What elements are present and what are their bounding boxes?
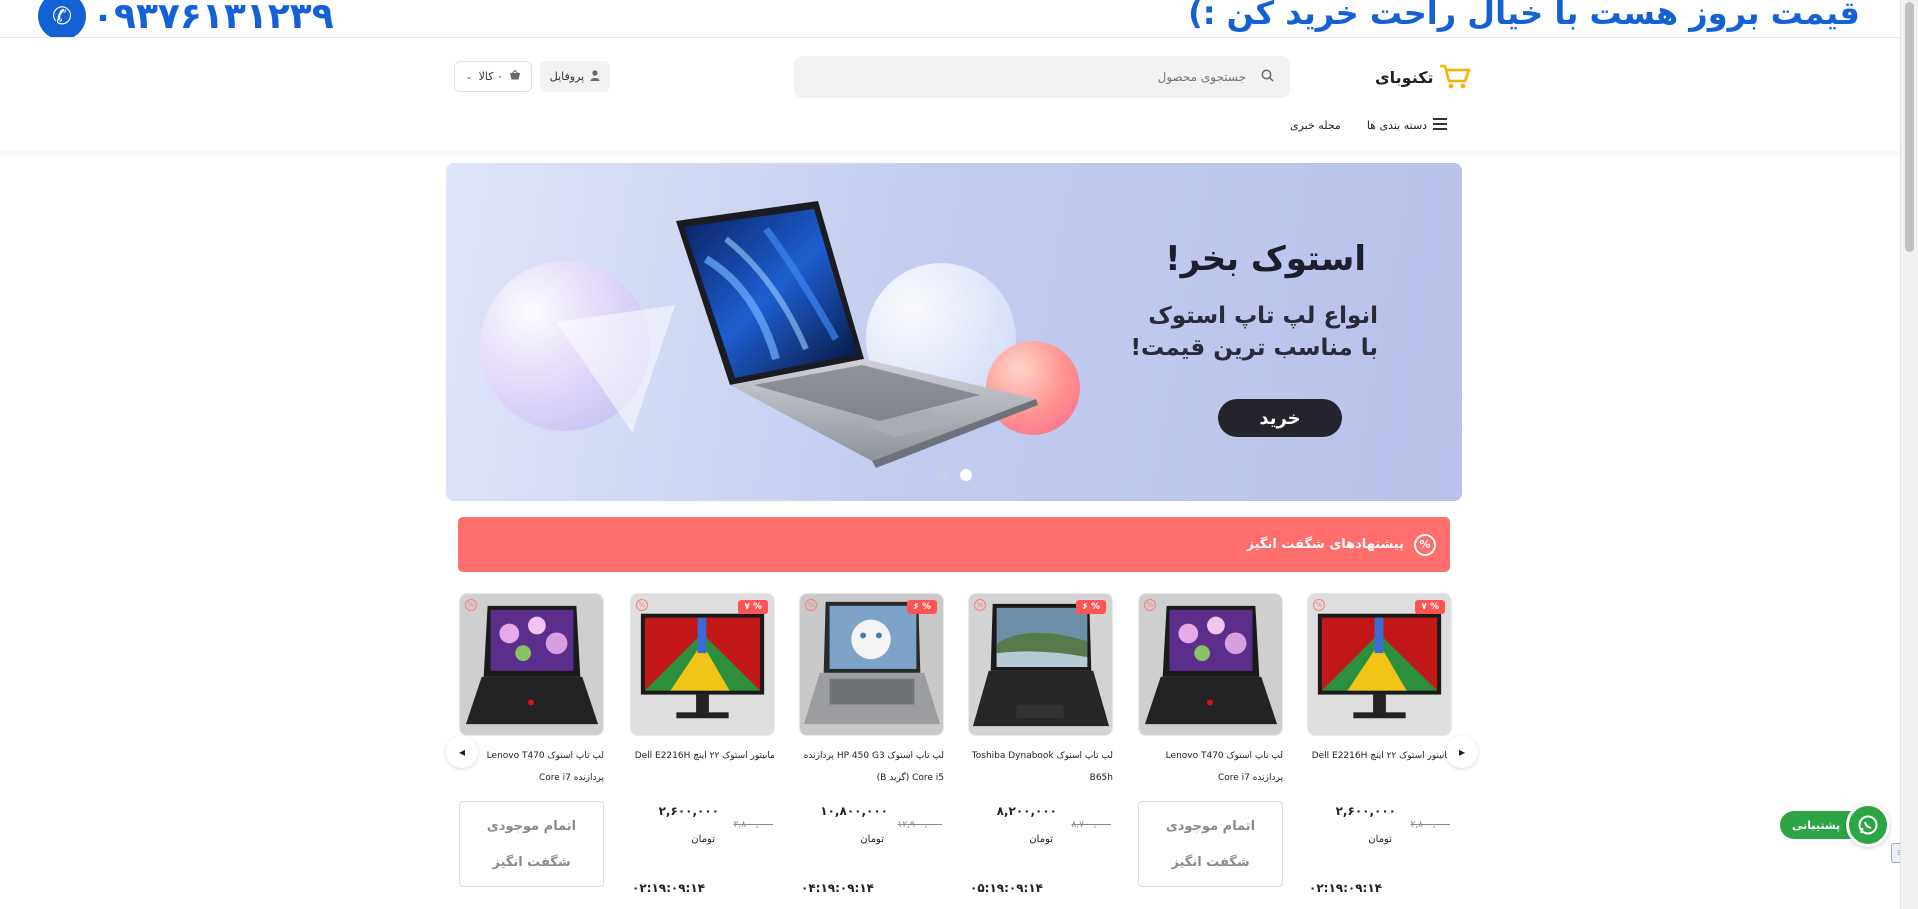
hero-buy-button[interactable]: خرید <box>1218 399 1342 437</box>
countdown-timer: ۰۵:۱۹:۰۹:۱۴ <box>970 881 1043 895</box>
hero-laptop-image <box>676 201 1038 468</box>
product-title[interactable]: مانیتور استوک ۲۲ اینچ Dell E2216H <box>1307 745 1452 791</box>
product-card[interactable]: % لپ تاپ استوک Lenovo T470 پردازنده Core… <box>1138 593 1283 909</box>
hero-subtitle-1: انواع لپ تاپ استوک <box>1148 303 1378 329</box>
discount-icon: % <box>1144 599 1156 611</box>
slider-dots <box>936 469 972 481</box>
phone-number[interactable]: ۰۹۳۷۶۱۳۱۲۳۹ <box>92 0 334 37</box>
product-title[interactable]: لپ تاپ استوک Lenovo T470 پردازنده Core i… <box>459 745 604 791</box>
product-currency: تومان <box>1029 834 1053 845</box>
product-image[interactable]: ۶ % % <box>968 593 1113 736</box>
product-old-price: ۸,۷۰۰,۰۰۰ <box>1071 820 1111 830</box>
discount-icon: % <box>1313 599 1325 611</box>
product-price: ۲,۶۰۰,۰۰۰ <box>1335 804 1396 818</box>
discount-icon: % <box>465 599 477 611</box>
hero-subtitle-2: با مناسب ترین قیمت! <box>1130 335 1378 361</box>
product-old-price: ۲,۸۰۰,۰۰۰ <box>1410 820 1450 830</box>
top-promo-strip: ✆ ۰۹۳۷۶۱۳۱۲۳۹ قیمت بروز هست با خیال راحت… <box>0 0 1900 38</box>
discount-icon: % <box>974 599 986 611</box>
site-logo[interactable]: تکنوبای <box>1375 62 1472 92</box>
slider-next-button[interactable]: ▸ <box>1446 736 1478 768</box>
amazing-offers-bar: % پیشنهادهای شگفت انگیز <box>458 517 1450 572</box>
hamburger-icon <box>1433 118 1448 133</box>
product-image[interactable]: % <box>1138 593 1283 736</box>
product-card[interactable]: ۶ % % لپ تاپ استوک HP 450 G3 پردازنده Co… <box>799 593 944 909</box>
discount-badge: ۶ % <box>1076 600 1106 614</box>
nav-categories-label: دسته بندی ها <box>1366 119 1428 132</box>
countdown-timer: ۰۲:۱۹:۰۹:۱۴ <box>632 881 705 895</box>
hero-title: استوک بخر! <box>1165 239 1366 279</box>
search-icon[interactable] <box>1256 69 1278 86</box>
product-price: ۸,۲۰۰,۰۰۰ <box>996 804 1057 818</box>
discount-icon: % <box>805 599 817 611</box>
phone-icon: ✆ <box>38 0 86 37</box>
product-old-price: ۱۲,۹۰۰,۰۰۰ <box>897 820 942 830</box>
basket-icon <box>509 69 521 83</box>
product-old-price: ۲,۸۰۰,۰۰۰ <box>733 820 773 830</box>
product-image[interactable]: % <box>459 593 604 736</box>
site-header: تکنوبای پروفایل ۰ کالا ⌄ دسته بندی ها مج… <box>0 38 1900 151</box>
main-nav: دسته بندی ها مجله خبری <box>1290 118 1448 133</box>
product-title[interactable]: لپ تاپ استوک Lenovo T470 پردازنده Core i… <box>1138 745 1283 791</box>
top-slogan: قیمت بروز هست با خیال راحت خرید کن :) <box>1188 0 1860 32</box>
search-input[interactable] <box>826 70 1246 84</box>
product-title[interactable]: لپ تاپ استوک HP 450 G3 پردازنده Core i5 … <box>799 745 944 791</box>
product-card[interactable]: ۷ % % مانیتور استوک ۲۲ اینچ Dell E2216H … <box>1307 593 1452 909</box>
out-of-stock-label: اتمام موجودی <box>1165 818 1256 834</box>
hero-banner[interactable]: استوک بخر! انواع لپ تاپ استوک با مناسب ت… <box>446 163 1462 501</box>
slider-dot-active[interactable] <box>960 469 972 481</box>
product-image[interactable]: ۶ % % <box>799 593 944 736</box>
product-card[interactable]: ۷ % % مانیتور استوک ۲۲ اینچ Dell E2216H … <box>630 593 775 909</box>
profile-label: پروفایل <box>549 70 585 83</box>
search-box[interactable] <box>794 56 1290 98</box>
countdown-timer: ۰۲:۱۹:۰۹:۱۴ <box>1309 881 1382 895</box>
scrollbar-thumb[interactable] <box>1905 2 1914 252</box>
nav-categories[interactable]: دسته بندی ها <box>1366 118 1448 133</box>
out-of-stock-label: اتمام موجودی <box>486 818 577 834</box>
profile-button[interactable]: پروفایل <box>540 61 610 92</box>
chevron-down-icon: ⌄ <box>465 71 473 82</box>
product-price: ۱۰,۸۰۰,۰۰۰ <box>820 804 888 818</box>
product-title[interactable]: لپ تاپ استوک Toshiba Dynabook B65h <box>968 745 1113 791</box>
discount-icon: % <box>636 599 648 611</box>
cart-button[interactable]: ۰ کالا ⌄ <box>454 61 532 92</box>
discount-badge: ۷ % <box>1415 600 1445 614</box>
product-title[interactable]: مانیتور استوک ۲۲ اینچ Dell E2216H <box>630 745 775 791</box>
user-icon <box>590 69 600 84</box>
offers-title: پیشنهادهای شگفت انگیز <box>1246 537 1404 552</box>
slider-dot[interactable] <box>936 469 948 481</box>
slider-prev-button[interactable]: ◂ <box>446 736 478 768</box>
product-currency: تومان <box>860 834 884 845</box>
logo-text: تکنوبای <box>1375 67 1434 87</box>
amazing-label: شگفت انگیز <box>1171 854 1250 870</box>
product-card[interactable]: ۶ % % لپ تاپ استوک Toshiba Dynabook B65h… <box>968 593 1113 909</box>
nav-magazine-label: مجله خبری <box>1290 119 1341 132</box>
product-currency: تومان <box>691 834 715 845</box>
product-image[interactable]: ۷ % % <box>630 593 775 736</box>
product-currency: تومان <box>1368 834 1392 845</box>
chevron-left-icon: ◂ <box>458 745 466 759</box>
product-price: ۲,۶۰۰,۰۰۰ <box>658 804 719 818</box>
out-of-stock-box: اتمام موجودی شگفت انگیز <box>459 801 604 887</box>
countdown-timer: ۰۴:۱۹:۰۹:۱۴ <box>801 881 874 895</box>
product-slider: ۷ % % مانیتور استوک ۲۲ اینچ Dell E2216H … <box>446 590 1478 909</box>
cart-count: ۰ کالا <box>478 70 503 83</box>
product-image[interactable]: ۷ % % <box>1307 593 1452 736</box>
nav-magazine[interactable]: مجله خبری <box>1290 119 1341 132</box>
amazing-label: شگفت انگیز <box>492 854 571 870</box>
product-card[interactable]: % لپ تاپ استوک Lenovo T470 پردازنده Core… <box>459 593 604 909</box>
discount-badge: ۶ % <box>907 600 937 614</box>
out-of-stock-box: اتمام موجودی شگفت انگیز <box>1138 801 1283 887</box>
discount-icon: % <box>1414 533 1436 556</box>
whatsapp-icon[interactable] <box>1846 803 1891 847</box>
support-widget[interactable]: پشتیبانی <box>1780 803 1891 847</box>
chevron-right-icon: ▸ <box>1458 745 1466 759</box>
cart-logo-icon <box>1438 62 1472 92</box>
discount-badge: ۷ % <box>738 600 768 614</box>
scrollbar[interactable] <box>1900 0 1918 909</box>
top-phone[interactable]: ✆ ۰۹۳۷۶۱۳۱۲۳۹ <box>38 0 334 37</box>
